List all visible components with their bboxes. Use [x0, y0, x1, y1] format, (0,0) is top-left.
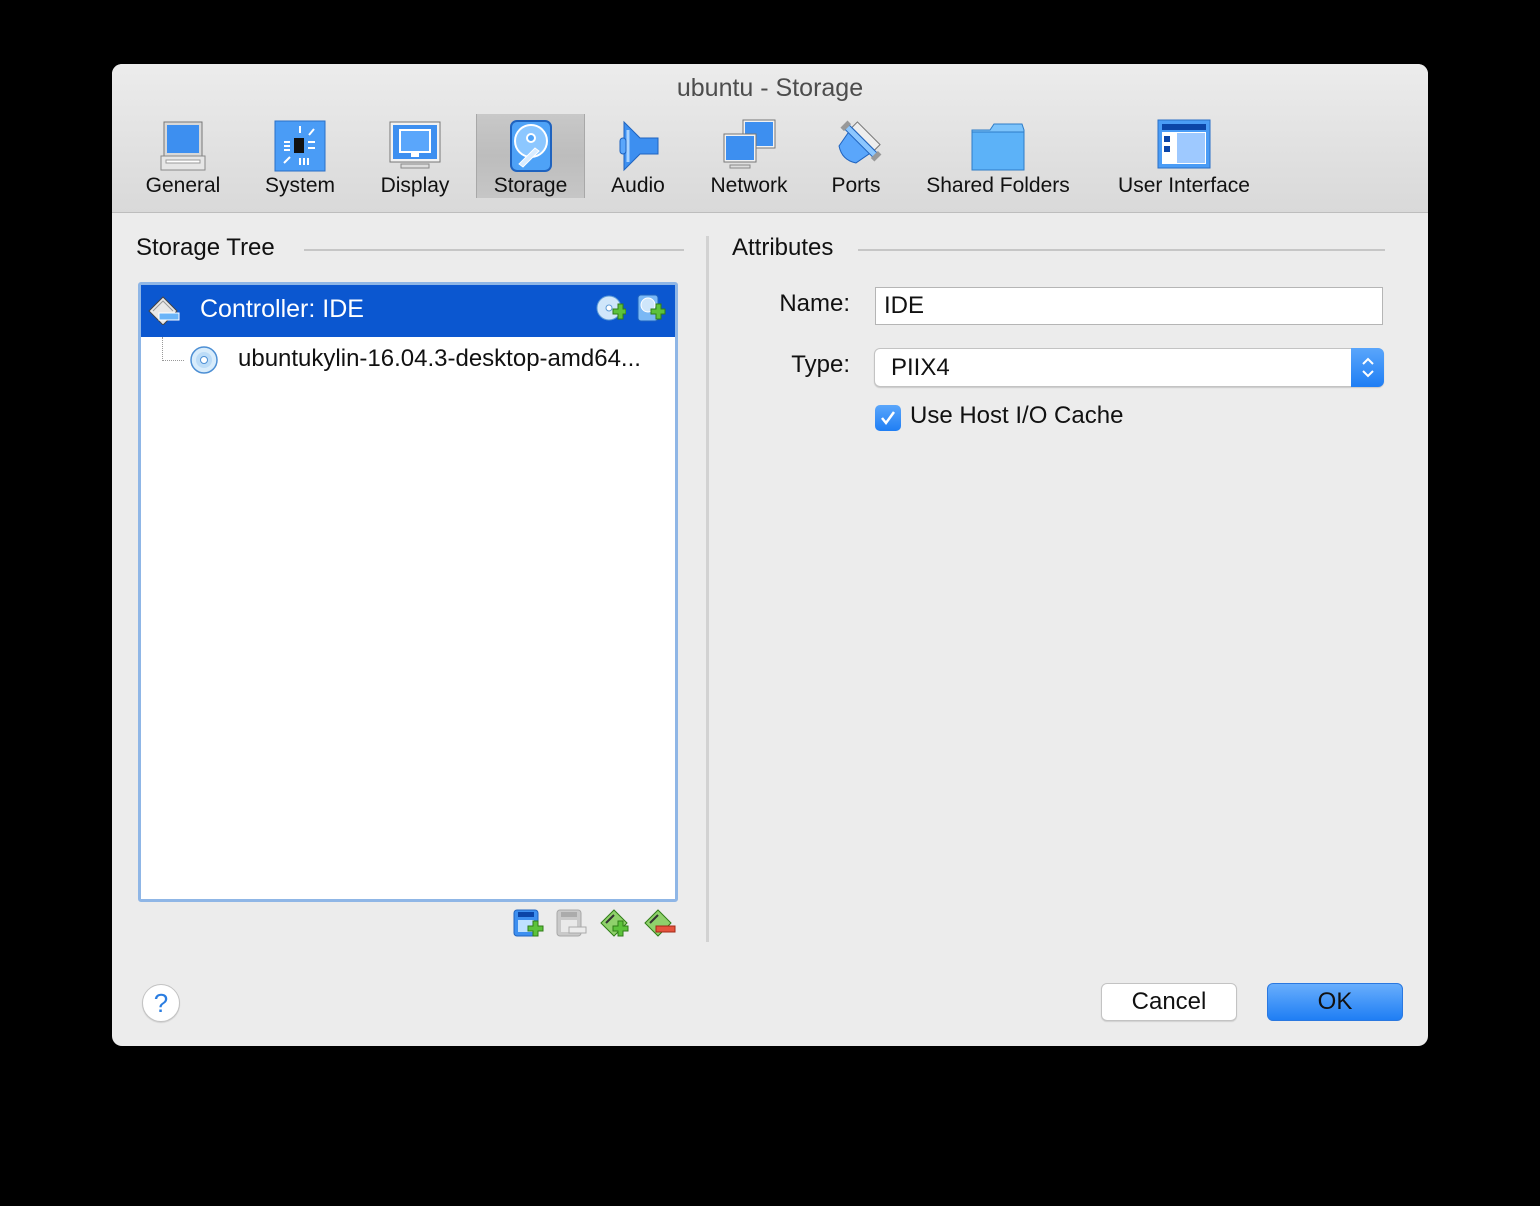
tab-storage-label: Storage: [493, 174, 568, 197]
add-controller-icon[interactable]: [512, 908, 544, 940]
tab-system-label: System: [264, 174, 335, 197]
chevron-up-down-icon: [1362, 357, 1374, 378]
add-attachment-icon[interactable]: [599, 908, 633, 940]
remove-attachment-icon[interactable]: [643, 908, 677, 940]
tab-shared-folders[interactable]: Shared Folders: [916, 114, 1080, 198]
tab-ports-label: Ports: [831, 174, 881, 197]
add-hard-disk-icon[interactable]: [636, 293, 666, 325]
attachment-label: ubuntukylin-16.04.3-desktop-amd64...: [238, 345, 641, 372]
tree-item-optical-disc[interactable]: ubuntukylin-16.04.3-desktop-amd64...: [141, 337, 675, 383]
storage-settings-dialog: ubuntu - Storage General System Display …: [112, 64, 1428, 1046]
help-button[interactable]: ?: [142, 984, 180, 1022]
storage-harddisk-icon: [509, 120, 552, 172]
display-monitor-icon: [389, 121, 441, 169]
title-bar: ubuntu - Storage General System Display …: [112, 64, 1428, 213]
type-label: Type:: [791, 351, 850, 378]
select-stepper: [1351, 348, 1384, 387]
remove-controller-icon[interactable]: [555, 908, 587, 940]
tab-general[interactable]: General: [134, 114, 232, 198]
window-title: ubuntu - Storage: [676, 74, 864, 102]
panel-divider: [706, 236, 709, 942]
tab-user-interface[interactable]: User Interface: [1106, 114, 1262, 198]
use-host-io-cache-checkbox[interactable]: [875, 405, 901, 431]
tab-audio[interactable]: Audio: [594, 114, 682, 198]
cancel-button[interactable]: Cancel: [1101, 983, 1237, 1021]
attributes-heading: Attributes: [732, 234, 834, 261]
tab-network-label: Network: [710, 174, 788, 197]
audio-speaker-icon: [619, 120, 659, 172]
type-select-value: PIIX4: [891, 354, 950, 381]
tree-item-controller-ide[interactable]: Controller: IDE: [141, 285, 675, 337]
tab-system[interactable]: System: [252, 114, 348, 198]
tab-storage[interactable]: Storage: [476, 114, 585, 198]
folder-icon: [971, 123, 1025, 171]
attributes-separator: [858, 249, 1385, 251]
storage-tree-separator: [304, 249, 684, 251]
general-monitor-icon: [160, 121, 206, 171]
add-optical-drive-icon[interactable]: [596, 295, 626, 325]
optical-disc-icon: [190, 346, 218, 374]
ide-controller-icon: [148, 296, 180, 325]
tab-display[interactable]: Display: [368, 114, 462, 198]
name-input[interactable]: [875, 287, 1383, 325]
ok-button[interactable]: OK: [1267, 983, 1403, 1021]
user-interface-window-icon: [1157, 119, 1211, 169]
tab-audio-label: Audio: [611, 174, 665, 197]
tab-shared-folders-label: Shared Folders: [926, 174, 1070, 197]
tab-network[interactable]: Network: [696, 114, 802, 198]
type-select[interactable]: PIIX4: [874, 348, 1384, 387]
network-monitors-icon: [723, 119, 776, 169]
storage-tree-heading: Storage Tree: [136, 234, 275, 261]
use-host-io-cache-label[interactable]: Use Host I/O Cache: [910, 402, 1123, 430]
settings-toolbar: General System Display Storage Audio Net…: [112, 114, 1428, 198]
tab-user-interface-label: User Interface: [1118, 174, 1250, 197]
ports-serial-icon: [838, 120, 882, 164]
storage-tree[interactable]: Controller: IDE ubuntukylin-16.04.3-desk…: [138, 282, 678, 902]
controller-label: Controller: IDE: [200, 295, 364, 323]
system-chip-icon: [274, 120, 326, 172]
name-label: Name:: [779, 290, 850, 317]
tab-display-label: Display: [380, 174, 450, 197]
tab-general-label: General: [145, 174, 221, 197]
tab-ports[interactable]: Ports: [816, 114, 896, 198]
checkmark-icon: [881, 411, 896, 426]
